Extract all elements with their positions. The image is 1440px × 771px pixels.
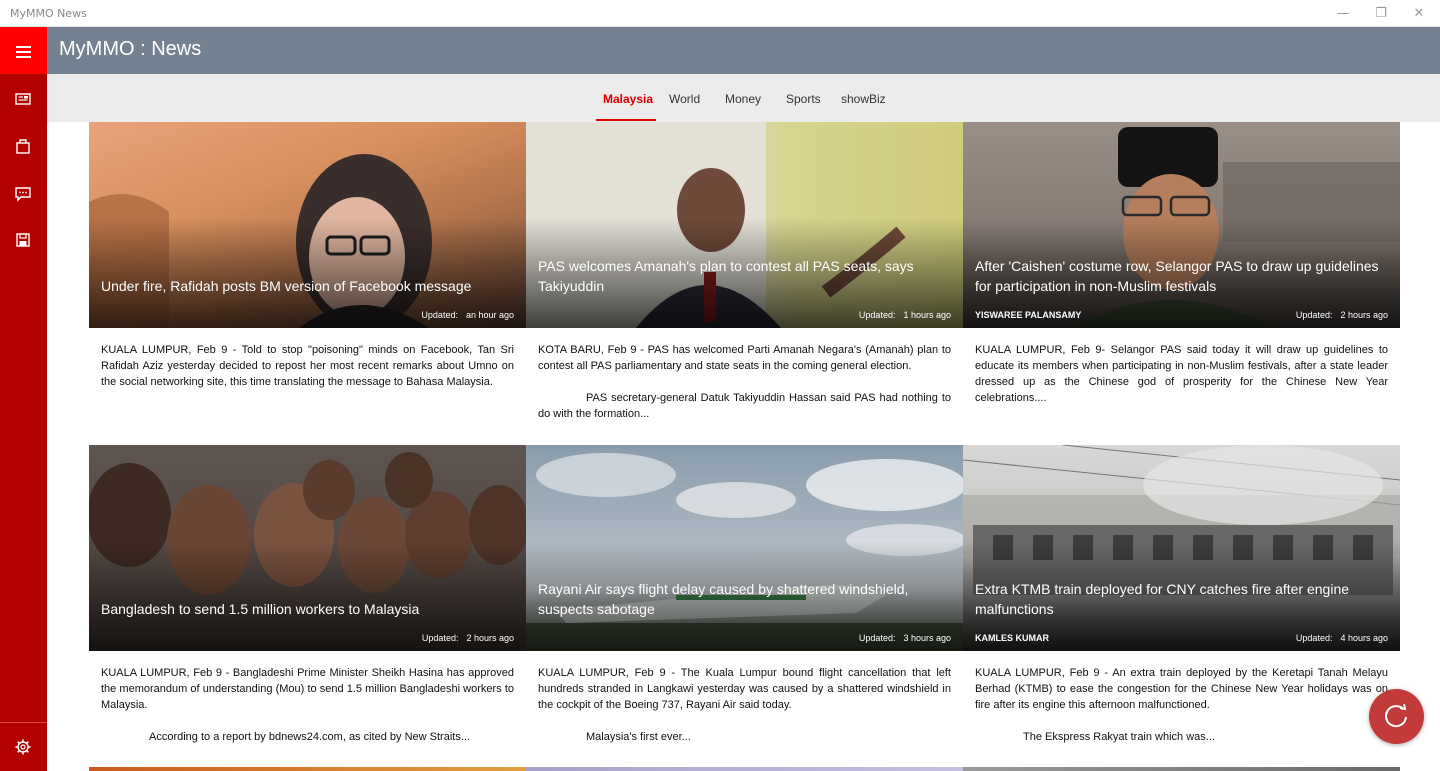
news-card[interactable]: Bangladesh to send 1.5 million workers t… [89,445,526,745]
active-tab-indicator [596,119,656,121]
news-card-image: PAS welcomes Amanah's plan to contest al… [526,122,963,328]
window-title: MyMMO News [10,7,87,20]
refresh-icon [1385,703,1407,728]
maximize-button[interactable]: ❐ [1363,4,1399,24]
news-card-updated: Updated: 1 hours ago [858,310,951,320]
news-card-updated: Updated: 2 hours ago [421,633,514,643]
news-card-headline: Extra KTMB train deployed for CNY catche… [975,581,1350,617]
news-card-updated: Updated: 4 hours ago [1295,633,1388,643]
news-card-summary: KUALA LUMPUR, Feb 9- Selangor PAS said t… [975,344,1388,404]
close-button[interactable]: ✕ [1401,4,1437,24]
news-card-image: Bangladesh to send 1.5 million workers t… [89,445,526,651]
news-card-image-partial[interactable] [89,767,526,771]
bag-icon[interactable] [12,135,34,157]
tab-world[interactable]: World [669,92,700,106]
news-card[interactable]: Rayani Air says flight delay caused by s… [526,445,963,745]
minimize-button[interactable]: — [1325,4,1361,24]
news-card-author: KAMLES KUMAR [975,633,1049,643]
news-card-updated: Updated: an hour ago [421,310,514,320]
news-card-summary: KUALA LUMPUR, Feb 9 - An extra train dep… [975,667,1388,743]
newspaper-icon[interactable] [12,88,34,110]
news-card-summary: KUALA LUMPUR, Feb 9 - The Kuala Lumpur b… [538,667,951,743]
news-card-summary: KUALA LUMPUR, Feb 9 - Bangladeshi Prime … [101,667,514,743]
news-card-headline: Bangladesh to send 1.5 million workers t… [101,601,420,617]
news-card-headline: Rayani Air says flight delay caused by s… [538,581,909,617]
news-card[interactable]: PAS welcomes Amanah's plan to contest al… [526,122,963,422]
news-card-headline: Under fire, Rafidah posts BM version of … [101,278,472,294]
app-header: MyMMO : News [47,27,1440,74]
news-card[interactable]: After 'Caishen' costume row, Selangor PA… [963,122,1400,406]
news-card-updated: Updated: 3 hours ago [858,633,951,643]
save-icon[interactable] [12,229,34,251]
tab-sports[interactable]: Sports [786,92,821,106]
tab-malaysia[interactable]: Malaysia [603,92,653,106]
news-card-image: Extra KTMB train deployed for CNY catche… [963,445,1400,651]
news-card-image: Under fire, Rafidah posts BM version of … [89,122,526,328]
news-card-summary: KOTA BARU, Feb 9 - PAS has welcomed Part… [538,344,951,420]
hamburger-menu-button[interactable] [0,27,47,74]
news-card[interactable]: Under fire, Rafidah posts BM version of … [89,122,526,390]
news-card-image: After 'Caishen' costume row, Selangor PA… [963,122,1400,328]
news-card-author: YISWAREE PALANSAMY [975,310,1082,320]
sidebar-divider [0,722,47,723]
news-card-headline: After 'Caishen' costume row, Selangor PA… [975,258,1379,294]
app-title: MyMMO : News [59,38,202,60]
window-titlebar: MyMMO News — ❐ ✕ [0,0,1440,27]
sidebar [0,27,47,771]
chat-icon[interactable] [12,182,34,204]
tab-money[interactable]: Money [725,92,761,106]
category-tabs: Malaysia World Money Sports showBiz [47,74,1440,122]
news-card-image-partial[interactable] [963,767,1400,771]
news-card-summary: KUALA LUMPUR, Feb 9 - Told to stop "pois… [101,344,514,388]
news-card-image-partial[interactable] [526,767,963,771]
tab-showbiz[interactable]: showBiz [841,92,886,106]
news-card-updated: Updated: 2 hours ago [1295,310,1388,320]
gear-icon[interactable] [12,736,34,758]
news-card-image: Rayani Air says flight delay caused by s… [526,445,963,651]
news-card[interactable]: Extra KTMB train deployed for CNY catche… [963,445,1400,745]
refresh-button[interactable] [1369,689,1424,744]
news-card-headline: PAS welcomes Amanah's plan to contest al… [538,258,914,294]
